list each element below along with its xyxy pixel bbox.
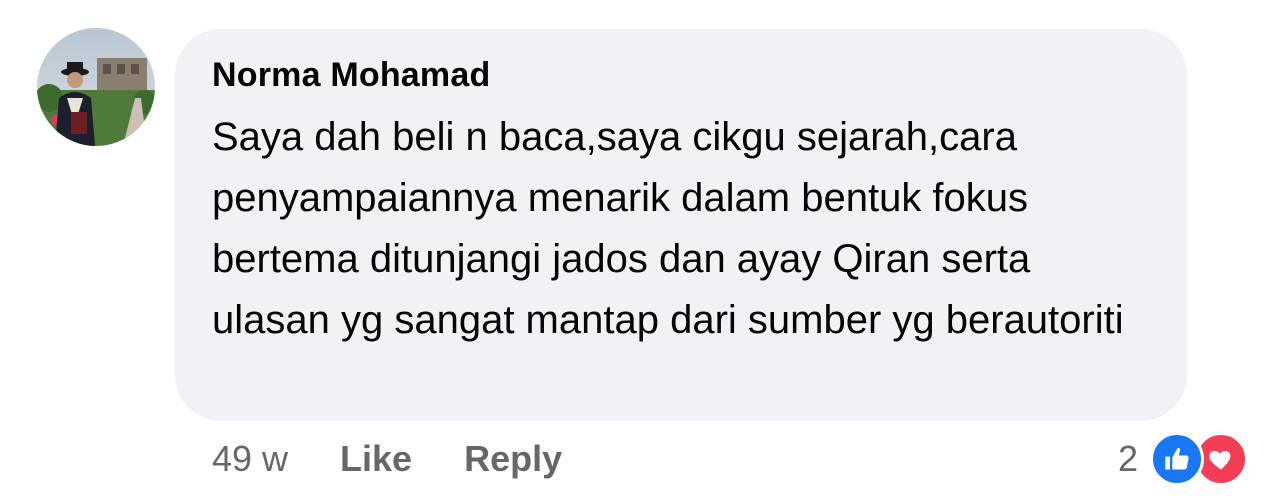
reaction-icons: [1150, 432, 1248, 486]
comment-author[interactable]: Norma Mohamad: [212, 55, 1149, 95]
like-button[interactable]: Like: [340, 438, 412, 480]
reactions-summary[interactable]: 2: [1117, 432, 1248, 486]
reply-button[interactable]: Reply: [464, 438, 562, 480]
reaction-count: 2: [1117, 438, 1138, 479]
avatar[interactable]: [37, 28, 155, 146]
comment-actions: 49 w Like Reply: [212, 436, 562, 482]
comment-timestamp[interactable]: 49 w: [212, 438, 288, 480]
comment-bubble: Norma Mohamad Saya dah beli n baca,saya …: [175, 29, 1187, 421]
like-icon: [1150, 432, 1204, 486]
comment-text: Saya dah beli n baca,saya cikgu sejarah,…: [212, 115, 1124, 342]
